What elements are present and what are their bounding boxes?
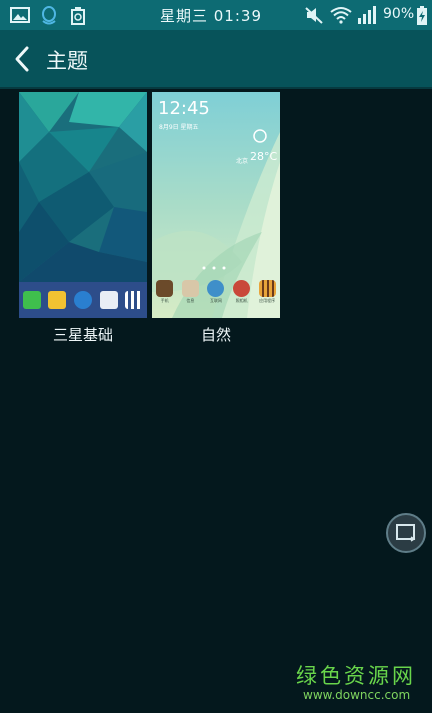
apps-grid-icon (125, 291, 144, 309)
email-icon (48, 291, 67, 309)
back-button[interactable] (12, 44, 38, 74)
theme-thumbnail[interactable] (19, 92, 147, 318)
lock-time: 12:45 (158, 98, 210, 119)
theme-card-nature[interactable]: 12:45 8月9日 星期五 北京 28°C 手机 信息 互联网 照相机 应用程… (152, 92, 280, 345)
floating-action-button[interactable] (386, 513, 426, 553)
watermark-text: 绿色资源网 (296, 664, 416, 688)
lock-date: 8月9日 星期五 (159, 124, 199, 131)
action-bar: 主题 (0, 30, 432, 89)
mute-icon (304, 6, 324, 28)
dock-item-label: 手机 (160, 298, 169, 303)
status-time: 星期三 01:39 (160, 7, 262, 25)
recycle-icon (70, 6, 86, 30)
screen-rotate-icon (388, 524, 424, 555)
watermark-url: www.downcc.com (303, 688, 411, 702)
dock-item-label: 互联网 (209, 298, 222, 303)
camera-icon (99, 291, 118, 309)
wifi-icon (330, 6, 352, 28)
weather-city: 北京 (236, 158, 249, 165)
status-bar: 星期三 01:39 90% (0, 0, 432, 30)
camera-icon (233, 280, 251, 297)
theme-card-basic[interactable]: 三星基础 (19, 92, 147, 345)
dock-item-label: 照相机 (235, 298, 248, 303)
battery-percent: 90% (383, 6, 415, 22)
gallery-icon (10, 6, 30, 28)
page-title: 主题 (46, 49, 88, 73)
theme-label: 自然 (200, 326, 231, 344)
gallery-icon (181, 280, 199, 297)
dock-item: 互联网 (205, 280, 227, 312)
battery-charging-icon (416, 6, 428, 30)
theme-thumbnail[interactable]: 12:45 8月9日 星期五 北京 28°C 手机 信息 互联网 照相机 应用程… (152, 92, 280, 318)
dock-item-label: 应用程序 (259, 298, 276, 303)
chevron-left-icon (12, 46, 32, 78)
dock-item: 照相机 (231, 280, 253, 312)
dock-item: 手机 (154, 280, 176, 312)
signal-icon (356, 6, 378, 28)
dock-item: 信息 (179, 280, 201, 312)
browser-icon (207, 280, 225, 297)
theme-dock (19, 282, 147, 318)
contacts-icon (156, 280, 174, 297)
theme-dock: 手机 信息 互联网 照相机 应用程序 (152, 280, 280, 312)
dock-item-label: 信息 (186, 298, 195, 303)
apps-grid-icon (258, 280, 276, 297)
qq-icon (40, 6, 58, 30)
theme-label: 三星基础 (52, 326, 113, 344)
weather-temp: 28°C (250, 150, 278, 163)
browser-icon (73, 291, 92, 309)
dock-item: 应用程序 (256, 280, 278, 312)
phone-icon (22, 291, 41, 309)
